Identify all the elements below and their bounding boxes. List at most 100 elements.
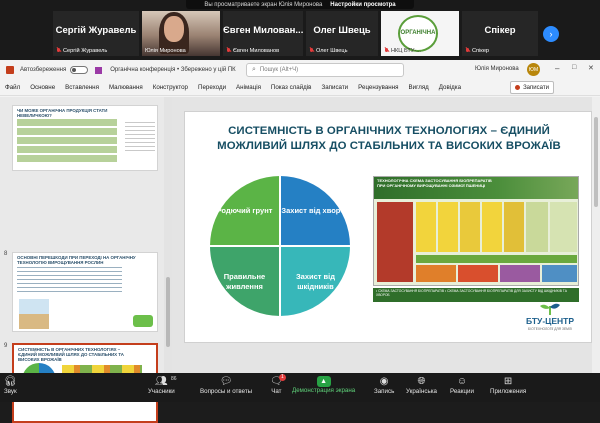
view-options-button[interactable]: Настройки просмотра: [330, 2, 395, 8]
menu-view[interactable]: Вигляд: [409, 84, 429, 91]
qa-label: Вопросы и ответы: [200, 388, 253, 395]
thumbnail-title: ЧИ МОЖЕ ОРГАНІЧНА ПРОДУКЦІЯ СТАТИ НЕВЕЛИ…: [17, 108, 108, 119]
menu-slideshow[interactable]: Показ слайдів: [271, 84, 312, 91]
next-page-arrow-icon[interactable]: ›: [543, 26, 559, 42]
scheme-cell: [416, 202, 436, 252]
participant-tile-logo[interactable]: ОРГАНІЧНА НКЦ БТУ-...: [381, 11, 459, 56]
audio-button[interactable]: 🎧︎ Звук: [4, 375, 17, 401]
autosave-label: Автозбереження: [20, 67, 67, 73]
zoom-toolbar: 🎧︎ Звук 👥︎ 86 Учасники 💬︎ Вопросы и ответ…: [0, 373, 600, 402]
thumbnail-scrollbar[interactable]: [164, 97, 172, 373]
maximize-icon[interactable]: □: [572, 64, 576, 71]
current-slide[interactable]: СИСТЕМНІСТЬ В ОРГАНІЧНИХ ТЕХНОЛОГІЯХ – Є…: [184, 111, 592, 343]
bioproduct-scheme-image: ТЕХНОЛОГІЧНА СХЕМА ЗАСТОСУВАННЯ БІОПРЕПА…: [373, 176, 579, 286]
thumbnail-text-lines: [125, 122, 155, 154]
share-screen-button[interactable]: ▲ Демонстрация экрана: [292, 375, 355, 401]
qa-button[interactable]: 💬︎ Вопросы и ответы: [200, 375, 252, 401]
menu-design[interactable]: Конструктор: [153, 84, 188, 91]
slide-thumbnail-8[interactable]: ОСНОВНІ ПЕРЕШКОДИ ПРИ ПЕРЕХОДІ НА ОРГАНІ…: [12, 252, 158, 332]
participant-tile[interactable]: Олег Швець Олег Швець: [306, 11, 378, 56]
menu-draw[interactable]: Малювання: [109, 84, 143, 91]
reactions-button[interactable]: ☺ Реакции: [450, 375, 474, 401]
menu-insert[interactable]: Вставлення: [65, 84, 99, 91]
slide-scrollbar[interactable]: [592, 97, 600, 373]
participant-label: НКЦ БТУ-...: [384, 48, 421, 54]
globe-icon: 🌐︎: [417, 376, 426, 387]
participants-button[interactable]: 👥︎ 86 Учасники: [148, 375, 177, 401]
qa-icon: 💬︎: [219, 376, 233, 387]
search-input[interactable]: ⌕ Пошук (Alt+Ч): [246, 63, 404, 77]
scheme-cell-blue: [542, 265, 577, 282]
record-button-zoom[interactable]: ◉ Запись: [374, 375, 394, 401]
scheme-header: ТЕХНОЛОГІЧНА СХЕМА ЗАСТОСУВАННЯ БІОПРЕПА…: [374, 177, 578, 199]
interpretation-button[interactable]: 🌐︎ Українська: [406, 375, 437, 401]
zoom-participant-strip: Вы просматриваете экран Юлія Миронова На…: [0, 0, 600, 60]
language-label: Українська: [406, 388, 437, 395]
search-icon: ⌕: [252, 66, 256, 73]
record-label: Запись: [374, 388, 395, 395]
share-banner: Вы просматриваете экран Юлія Миронова На…: [186, 0, 414, 9]
participant-name: Сергій Журавель: [55, 25, 137, 36]
record-button[interactable]: Записати: [510, 81, 554, 94]
audio-label: Звук: [4, 388, 17, 395]
headphones-icon: 🎧︎: [4, 376, 17, 387]
avatar[interactable]: ЮМ: [527, 63, 540, 76]
logo-subtitle: БІОТЕХНОЛОГІЇ ДЛЯ ЗЕМЛІ: [528, 327, 572, 331]
thumbnail-logo: [133, 315, 153, 327]
scheme-title: ТЕХНОЛОГІЧНА СХЕМА ЗАСТОСУВАННЯ БІОПРЕПА…: [377, 178, 492, 188]
participants-icon: 👥︎ 86: [155, 376, 177, 387]
apps-button[interactable]: ⊞ Приложения: [490, 375, 526, 401]
share-screen-label: Демонстрация экрана: [292, 387, 356, 394]
participants-count: 86: [171, 376, 177, 382]
mic-muted-icon: [465, 48, 470, 54]
menu-home[interactable]: Основне: [30, 84, 55, 91]
record-dot-icon: [515, 85, 521, 90]
apps-icon: ⊞: [503, 376, 513, 387]
close-icon[interactable]: ✕: [588, 64, 594, 72]
participant-name: Євген Милован...: [223, 25, 303, 36]
participant-label: Сергій Журавель: [56, 48, 107, 54]
scheme-cell-orange: [416, 265, 456, 282]
search-placeholder: Пошук (Alt+Ч): [259, 67, 299, 73]
participant-tile-video[interactable]: Юлія Миронова: [142, 11, 220, 56]
scheme-cell: [526, 202, 548, 252]
participant-tile[interactable]: Євген Милован... Євген Милованов: [223, 11, 303, 56]
thumbnail-image: [19, 299, 49, 329]
quadrant-diagram: Родючий грунт Захист від хвороб Правильн…: [210, 176, 350, 316]
share-banner-text: Вы просматриваете экран Юлія Миронова: [204, 1, 323, 8]
save-icon[interactable]: [95, 66, 103, 74]
participant-label: Юлія Миронова: [145, 48, 186, 54]
scheme-footer-text: • СХЕМА ЗАСТОСУВАННЯ БІОПРЕПАРАТІВ • СХЕ…: [376, 289, 567, 297]
scheme-cell: [550, 202, 577, 252]
organic-logo: ОРГАНІЧНА: [398, 15, 438, 52]
menu-record[interactable]: Записати: [321, 84, 348, 91]
participant-name: Олег Швець: [313, 25, 371, 36]
quadrant-pest-protection: Захист від шкідників: [281, 247, 350, 316]
participant-tile[interactable]: Спікер Спікер: [462, 11, 538, 56]
scheme-cell: [460, 202, 480, 252]
menu-transitions[interactable]: Переходи: [198, 84, 226, 91]
menu-review[interactable]: Рецензування: [358, 84, 398, 91]
chat-badge: 1: [279, 374, 286, 381]
thumbnail-text-lines: [17, 267, 122, 295]
thumbnail-table: [17, 119, 117, 163]
chat-icon: 🗨︎ 1: [270, 374, 286, 387]
scheme-cell-red: [458, 265, 498, 282]
quadrant-fertile-soil: Родючий грунт: [210, 176, 279, 245]
menu-help[interactable]: Довідка: [439, 84, 461, 91]
menu-animations[interactable]: Анімація: [236, 84, 261, 91]
scheme-cell: [482, 202, 502, 252]
menu-file[interactable]: Файл: [5, 84, 20, 91]
participant-tile[interactable]: Сергій Журавель Сергій Журавель: [53, 11, 139, 56]
participants-label: Учасники: [148, 388, 175, 395]
scheme-row-green: [416, 255, 577, 263]
reactions-icon: ☺: [456, 376, 468, 387]
slide-thumbnail-pane: ЧИ МОЖЕ ОРГАНІЧНА ПРОДУКЦІЯ СТАТИ НЕВЕЛИ…: [0, 97, 172, 423]
autosave-toggle[interactable]: [70, 66, 89, 74]
slide-thumbnail-7[interactable]: ЧИ МОЖЕ ОРГАНІЧНА ПРОДУКЦІЯ СТАТИ НЕВЕЛИ…: [12, 105, 158, 171]
slide-number: 8: [4, 251, 8, 257]
chat-button[interactable]: 🗨︎ 1 Чат: [270, 374, 286, 401]
mic-muted-icon: [56, 48, 61, 54]
quadrant-disease-protection: Захист від хвороб: [281, 176, 350, 245]
minimize-icon[interactable]: –: [555, 64, 559, 73]
